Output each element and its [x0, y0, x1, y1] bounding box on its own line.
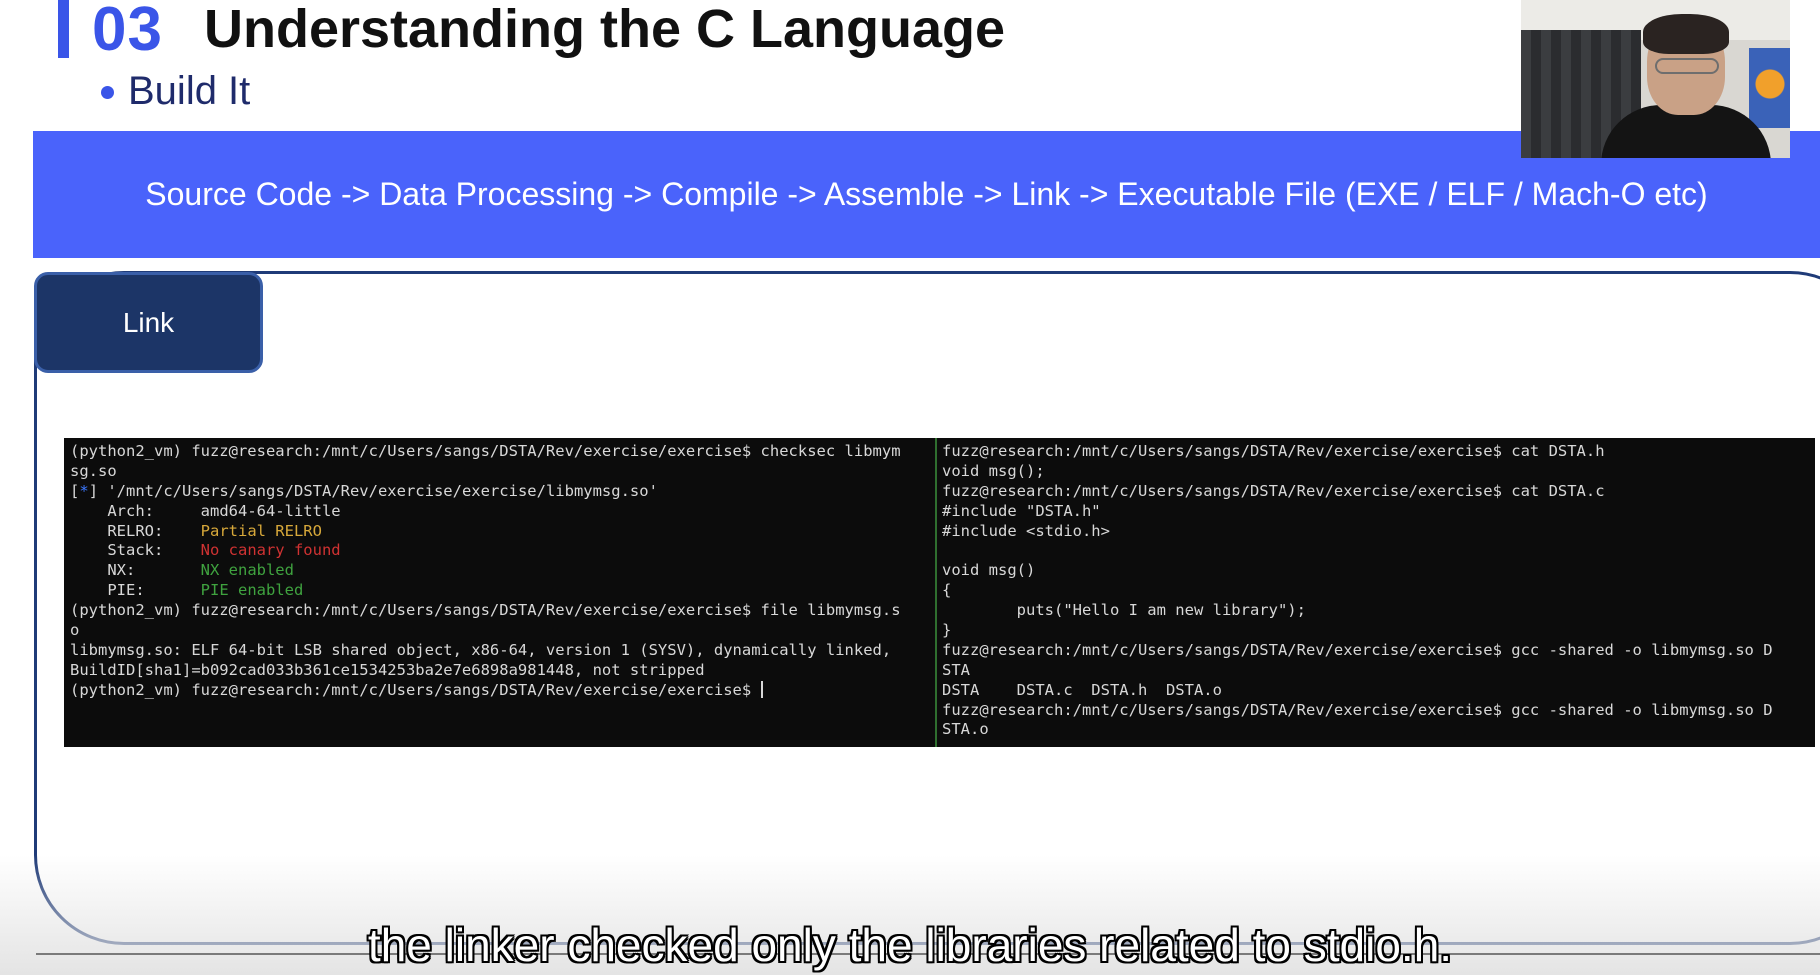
terminal-line: {: [942, 581, 952, 600]
terminal-line: NX: NX enabled: [70, 561, 294, 580]
link-tag-label: Link: [122, 306, 175, 338]
slide-title: Understanding the C Language: [204, 0, 1006, 59]
terminal-line: Arch: amd64-64-little: [70, 501, 341, 520]
wall-painting: [1749, 48, 1790, 128]
terminal-line: fuzz@research:/mnt/c/Users/sangs/DSTA/Re…: [942, 442, 1605, 460]
terminal-line: fuzz@research:/mnt/c/Users/sangs/DSTA/Re…: [942, 700, 1773, 719]
terminal-line: STA.o: [942, 720, 989, 739]
terminal-right-pane: fuzz@research:/mnt/c/Users/sangs/DSTA/Re…: [935, 438, 1815, 747]
terminal-line: puts("Hello I am new library");: [942, 601, 1306, 620]
terminal-line: DSTA DSTA.c DSTA.h DSTA.o: [942, 680, 1222, 699]
section-number: 03: [92, 0, 163, 64]
terminal-prompt-line[interactable]: (python2_vm) fuzz@research:/mnt/c/Users/…: [70, 680, 930, 701]
terminal-line: Stack: No canary found: [70, 541, 341, 560]
terminal-cursor: [760, 680, 763, 698]
section-accent-bar: [58, 0, 69, 58]
terminal-line: void msg(): [942, 561, 1036, 580]
presenter-webcam: [1521, 0, 1790, 158]
terminal-line: [*] '/mnt/c/Users/sangs/DSTA/Rev/exercis…: [70, 481, 658, 500]
terminal-line: void msg();: [942, 461, 1045, 480]
terminal-line: fuzz@research:/mnt/c/Users/sangs/DSTA/Re…: [942, 481, 1605, 500]
bullet-text: Build It: [128, 69, 251, 113]
terminal-line: STA: [942, 660, 970, 679]
bullet-icon: [101, 86, 114, 99]
terminal-line: PIE: PIE enabled: [70, 581, 304, 600]
pipeline-text: Source Code -> Data Processing -> Compil…: [145, 176, 1708, 212]
link-tag: Link: [34, 272, 263, 373]
terminal-line: (python2_vm) fuzz@research:/mnt/c/Users/…: [70, 601, 901, 620]
terminal-line: o: [70, 621, 80, 640]
terminal-line: RELRO: Partial RELRO: [70, 521, 322, 540]
video-caption: the linker checked only the libraries re…: [367, 919, 1453, 971]
terminal-left-pane: (python2_vm) fuzz@research:/mnt/c/Users/…: [70, 438, 930, 747]
glasses-icon: [1655, 58, 1719, 74]
terminal-line: (python2_vm) fuzz@research:/mnt/c/Users/…: [70, 442, 901, 460]
terminal-screenshot: (python2_vm) fuzz@research:/mnt/c/Users/…: [64, 438, 1815, 747]
terminal-line: fuzz@research:/mnt/c/Users/sangs/DSTA/Re…: [942, 640, 1773, 659]
terminal-line: libmymsg.so: ELF 64-bit LSB shared objec…: [70, 640, 892, 659]
terminal-line: }: [942, 621, 952, 640]
terminal-line: sg.so: [70, 461, 117, 480]
terminal-line: BuildID[sha1]=b092cad033b361ce1534253ba2…: [70, 660, 705, 679]
terminal-line: #include <stdio.h>: [942, 521, 1110, 540]
terminal-line: #include "DSTA.h": [942, 501, 1101, 520]
